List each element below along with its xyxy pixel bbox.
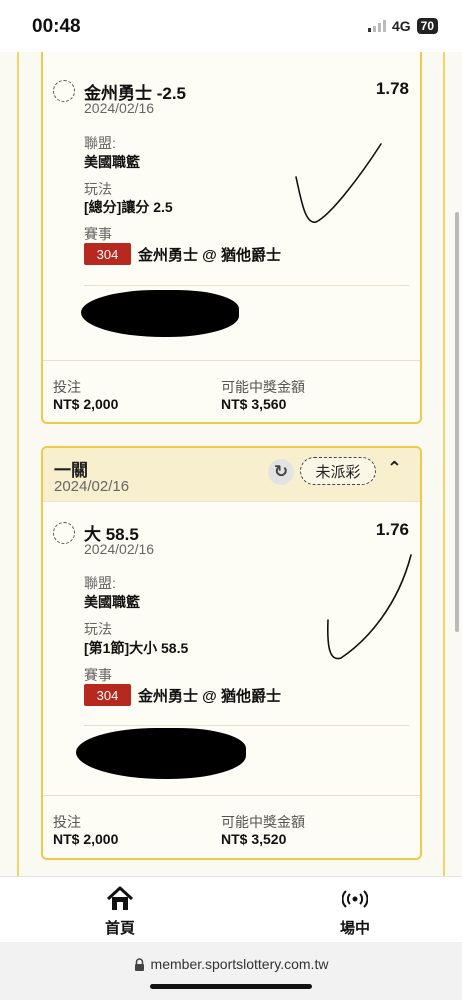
play-value: [第1節]大小 58.5 bbox=[84, 640, 189, 656]
nav-live-label: 場中 bbox=[339, 920, 370, 937]
pick-date: 2024/02/16 bbox=[84, 100, 155, 116]
nav-home[interactable]: 首頁 bbox=[85, 885, 155, 938]
amount-row: 投注 NT$ 2,000 可能中獎金額 NT$ 3,520 bbox=[43, 795, 420, 858]
browser-url-bar: member.sportslottery.com.tw bbox=[0, 942, 462, 1000]
nav-live[interactable]: 場中 bbox=[320, 885, 390, 938]
home-icon bbox=[106, 885, 134, 913]
stake-label: 投注 bbox=[53, 379, 81, 395]
scrollbar[interactable] bbox=[455, 212, 459, 632]
bet-card: 金州勇士 -2.5 2024/02/16 1.78 聯盟: 美國職籃 玩法 [總… bbox=[41, 52, 422, 424]
nav-home-label: 首頁 bbox=[104, 920, 135, 937]
play-label: 玩法 bbox=[84, 181, 112, 197]
event-name: 金州勇士 @ 猶他爵士 bbox=[138, 688, 281, 705]
amount-row: 投注 NT$ 2,000 可能中獎金額 NT$ 3,560 bbox=[43, 360, 420, 422]
status-badge: 未派彩 bbox=[300, 457, 376, 485]
payout-label: 可能中獎金額 bbox=[221, 814, 305, 830]
bet-card: 一關 2024/02/16 ↻ 未派彩 ⌃ 大 58.5 2024/02/16 … bbox=[41, 446, 422, 860]
stake-value: NT$ 2,000 bbox=[53, 396, 119, 412]
league-value: 美國職籃 bbox=[84, 154, 140, 170]
league-value: 美國職籃 bbox=[84, 594, 140, 610]
lock-icon bbox=[134, 957, 144, 971]
bet-header-date: 2024/02/16 bbox=[54, 478, 130, 495]
refresh-icon[interactable]: ↻ bbox=[268, 459, 294, 485]
payout-label: 可能中獎金額 bbox=[221, 379, 305, 395]
stake-value: NT$ 2,000 bbox=[53, 831, 119, 847]
odds-value: 1.76 bbox=[375, 520, 409, 539]
broadcast-icon bbox=[342, 885, 368, 913]
event-name: 金州勇士 @ 猶他爵士 bbox=[138, 247, 281, 264]
event-label: 賽事 bbox=[84, 226, 112, 242]
network-type: 4G bbox=[391, 18, 411, 34]
bottom-nav: 首頁 場中 bbox=[0, 876, 462, 942]
home-indicator[interactable] bbox=[150, 984, 312, 989]
signal-icon bbox=[367, 20, 386, 32]
odds-value: 1.78 bbox=[375, 79, 409, 98]
league-label: 聯盟: bbox=[84, 135, 116, 151]
divider bbox=[84, 285, 409, 286]
payout-value: NT$ 3,560 bbox=[221, 396, 287, 412]
battery-icon: 70 bbox=[416, 18, 438, 34]
right-border-line bbox=[443, 52, 445, 876]
bet-pick: 大 58.5 2024/02/16 1.76 聯盟: 美國職籃 玩法 [第1節]… bbox=[43, 502, 420, 795]
handwritten-check-mark bbox=[326, 554, 412, 660]
left-border-line bbox=[17, 52, 19, 876]
bet-pick: 金州勇士 -2.5 2024/02/16 1.78 聯盟: 美國職籃 玩法 [總… bbox=[43, 52, 420, 360]
pick-date: 2024/02/16 bbox=[84, 541, 155, 557]
url-field[interactable]: member.sportslottery.com.tw bbox=[0, 956, 462, 972]
bet-header[interactable]: 一關 2024/02/16 ↻ 未派彩 ⌃ bbox=[43, 448, 420, 502]
redacted-mark bbox=[81, 290, 239, 337]
payout-value: NT$ 3,520 bbox=[221, 831, 287, 847]
status-icons: 4G 70 bbox=[367, 18, 438, 34]
event-id-badge: 304 bbox=[84, 243, 131, 265]
play-value: [總分]讓分 2.5 bbox=[84, 199, 173, 215]
event-id-badge: 304 bbox=[84, 684, 131, 706]
status-bar: 00:48 4G 70 bbox=[0, 0, 462, 52]
league-label: 聯盟: bbox=[84, 575, 116, 591]
stake-label: 投注 bbox=[53, 814, 81, 830]
url-text: member.sportslottery.com.tw bbox=[150, 956, 329, 972]
select-radio[interactable] bbox=[53, 80, 75, 102]
bet-list[interactable]: 金州勇士 -2.5 2024/02/16 1.78 聯盟: 美國職籃 玩法 [總… bbox=[0, 52, 462, 876]
status-time: 00:48 bbox=[32, 16, 81, 37]
event-label: 賽事 bbox=[84, 667, 112, 683]
divider bbox=[84, 725, 409, 726]
handwritten-check-mark bbox=[295, 143, 382, 223]
play-label: 玩法 bbox=[84, 621, 112, 637]
redacted-mark bbox=[76, 728, 246, 779]
chevron-up-icon[interactable]: ⌃ bbox=[387, 458, 402, 479]
select-radio[interactable] bbox=[53, 522, 75, 544]
